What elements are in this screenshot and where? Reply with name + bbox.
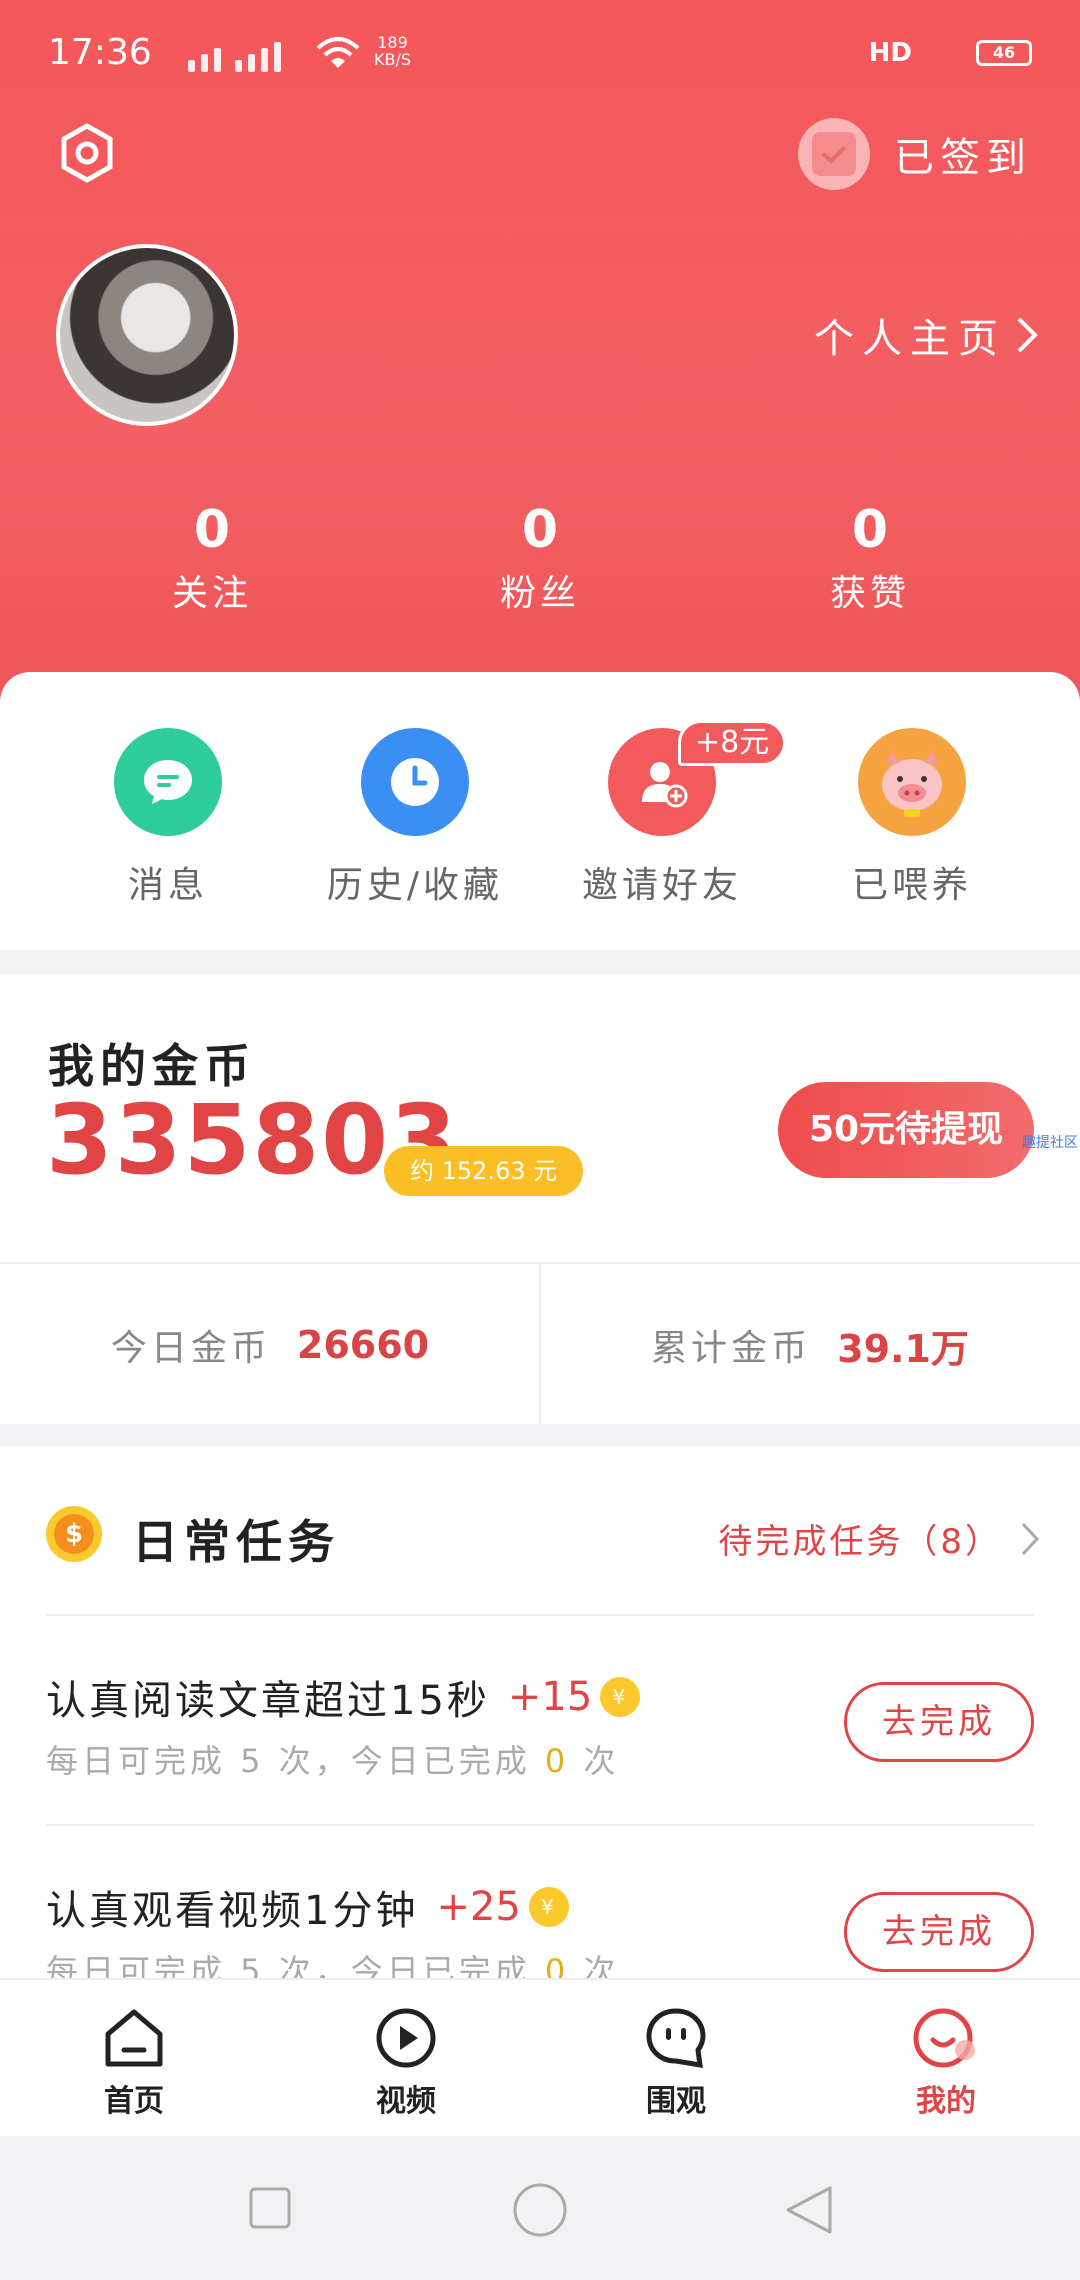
- task-name: 认真阅读文章超过15秒: [46, 1678, 490, 1724]
- task-reward: +15: [507, 1674, 593, 1720]
- daily-tasks-title: 日常任务: [132, 1515, 340, 1569]
- checked-in-button[interactable]: 已签到: [798, 118, 1032, 190]
- profile-header: 17:36 189 KB/S HD 46 已签到 个人主页 0 关注 0 粉丝 …: [0, 0, 1080, 740]
- nav-home[interactable]: 首页: [64, 2006, 204, 2120]
- status-time: 17:36: [48, 32, 152, 73]
- recent-apps-square-icon[interactable]: [248, 2186, 292, 2230]
- checkin-check-icon: [798, 118, 870, 190]
- chevron-right-icon: [1017, 317, 1038, 353]
- yen-coin-icon: ¥: [600, 1677, 641, 1717]
- nav-watch[interactable]: 围观: [606, 2006, 746, 2120]
- go-complete-button[interactable]: 去完成: [844, 1892, 1034, 1972]
- stat-likes[interactable]: 0 获赞: [770, 500, 970, 616]
- wifi-icon: [316, 37, 360, 68]
- quick-action-fed[interactable]: 已喂养: [802, 728, 1022, 908]
- message-icon: [114, 728, 222, 836]
- quick-action-history[interactable]: 历史/收藏: [305, 728, 525, 908]
- personal-homepage-label: 个人主页: [814, 316, 1006, 362]
- my-coins-card: 我的金币 335803 约 152.63 元 50元待提现 趣提社区: [0, 974, 1080, 1262]
- system-navigation-bar: [0, 2136, 1080, 2280]
- withdraw-button[interactable]: 50元待提现: [778, 1082, 1034, 1178]
- quick-actions-card: 消息 历史/收藏 +8元 邀请好友 已喂养: [0, 672, 1080, 950]
- dollar-coin-icon: $: [46, 1506, 102, 1562]
- divider: [46, 1614, 1034, 1616]
- chat-face-icon: [646, 2008, 706, 2069]
- task-name: 认真观看视频1分钟: [46, 1888, 419, 1934]
- task-reward: +25: [436, 1884, 521, 1930]
- task-item: 认真阅读文章超过15秒 +15 ¥ 每日可完成 5 次，今日已完成 0 次 去完…: [46, 1668, 1034, 1828]
- chevron-right-icon: [1021, 1522, 1040, 1555]
- invite-reward-badge: +8元: [678, 720, 787, 766]
- divider: [46, 1824, 1034, 1826]
- clock-icon: [361, 728, 469, 836]
- pending-tasks-link[interactable]: 待完成任务（8）: [718, 1514, 1040, 1563]
- home-icon: [105, 2009, 163, 2067]
- play-icon: [376, 2008, 436, 2068]
- go-complete-button[interactable]: 去完成: [844, 1682, 1034, 1762]
- daily-tasks-card: $ 日常任务 待完成任务（8） 认真阅读文章超过15秒 +15 ¥ 每日可完成 …: [0, 1446, 1080, 1980]
- quick-action-messages[interactable]: 消息: [58, 728, 278, 908]
- smile-icon: [913, 2008, 975, 2068]
- stat-fans[interactable]: 0 粉丝: [440, 500, 640, 616]
- daily-tasks-header: $ 日常任务 待完成任务（8）: [46, 1502, 1040, 1569]
- network-speed: 189 KB/S: [374, 33, 412, 69]
- home-circle-icon[interactable]: [512, 2182, 568, 2238]
- avatar[interactable]: [56, 244, 238, 426]
- nav-mine[interactable]: 我的: [876, 2006, 1016, 2120]
- hd-indicator: HD: [868, 38, 912, 68]
- add-user-icon: +8元: [608, 720, 787, 836]
- settings-gear-icon[interactable]: [56, 122, 118, 184]
- status-bar: 17:36 189 KB/S HD 46: [48, 28, 1032, 78]
- quick-action-invite[interactable]: +8元 邀请好友: [552, 720, 787, 908]
- watermark-text: 趣提社区: [1022, 1135, 1078, 1151]
- bottom-nav: 首页 视频 围观 我的: [0, 1978, 1080, 2136]
- personal-homepage-link[interactable]: 个人主页: [814, 306, 1040, 364]
- pig-icon: [858, 728, 966, 836]
- yen-coin-icon: ¥: [528, 1887, 569, 1927]
- battery-icon: 46: [976, 40, 1032, 66]
- stat-following[interactable]: 0 关注: [112, 500, 312, 616]
- coin-totals: 今日金币 26660 累计金币 39.1万: [0, 1262, 1080, 1426]
- checked-in-label: 已签到: [894, 135, 1032, 181]
- task-progress: 每日可完成 5 次，今日已完成 0 次: [46, 1742, 620, 1780]
- nav-video[interactable]: 视频: [336, 2006, 476, 2120]
- today-coins: 今日金币 26660: [110, 1323, 430, 1369]
- task-item: 认真观看视频1分钟 +25 ¥ 每日可完成 5 次，今日已完成 0 次 去完成: [46, 1878, 1034, 1980]
- total-coins: 累计金币 39.1万: [651, 1326, 969, 1371]
- back-triangle-icon[interactable]: [784, 2184, 834, 2236]
- signal-icon: [188, 38, 281, 72]
- coin-approx-value: 约 152.63 元: [384, 1146, 584, 1196]
- task-progress: 每日可完成 5 次，今日已完成 0 次: [46, 1952, 620, 1980]
